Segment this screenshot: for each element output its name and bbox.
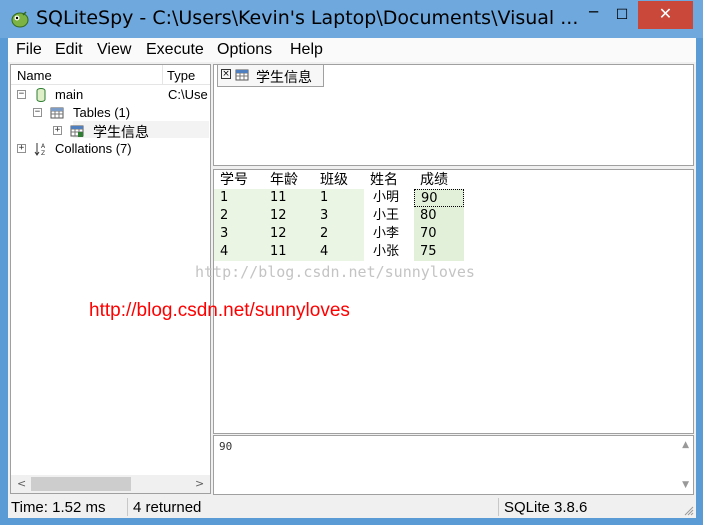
grid-cell[interactable]: 11	[264, 189, 314, 207]
tab-student-table[interactable]: × 学生信息	[217, 65, 324, 87]
status-bar: Time: 1.52 ms 4 returned SQLite 3.8.6	[8, 496, 696, 518]
grid-cell-selected[interactable]: 90	[414, 189, 464, 207]
scroll-left-arrow-icon[interactable]: <	[17, 477, 26, 490]
grid-cell[interactable]: 12	[264, 225, 314, 243]
grid-cell[interactable]: 11	[264, 243, 314, 261]
scroll-down-arrow-icon[interactable]: ▼	[682, 480, 689, 490]
grid-cell[interactable]: 1	[214, 189, 264, 207]
grid-cell[interactable]: 75	[414, 243, 464, 261]
tree-node-main[interactable]: − main C:\Use	[11, 86, 210, 104]
column-header[interactable]: 学号	[214, 171, 264, 189]
expand-collations-toggle[interactable]: +	[17, 144, 26, 153]
tables-folder-icon	[50, 107, 64, 119]
cell-detail-pane[interactable]: 90 ▲ ▼	[213, 435, 694, 495]
resize-grip-icon[interactable]	[684, 506, 694, 516]
scroll-up-arrow-icon[interactable]: ▲	[682, 440, 689, 450]
grid-cell[interactable]: 小王	[364, 207, 414, 225]
tree-header: Name Type	[11, 65, 210, 85]
database-icon	[36, 88, 46, 102]
status-time: Time: 1.52 ms	[11, 499, 106, 516]
tree-label-student-table: 学生信息	[93, 125, 149, 141]
grid-cell[interactable]: 4	[314, 243, 364, 261]
status-returned: 4 returned	[133, 499, 202, 516]
tree-label-main: main	[55, 87, 84, 102]
scrollbar-thumb[interactable]	[31, 477, 131, 491]
maximize-button[interactable]: ☐	[609, 1, 635, 29]
column-header-type[interactable]: Type	[167, 68, 195, 83]
tab-close-icon[interactable]: ×	[221, 69, 231, 79]
window-frame: SQLiteSpy - C:\Users\Kevin's Laptop\Docu…	[0, 0, 703, 525]
grid-cell[interactable]: 小张	[364, 243, 414, 261]
close-button[interactable]: ✕	[638, 1, 693, 29]
menu-edit[interactable]: Edit	[55, 41, 83, 59]
grid-cell[interactable]: 80	[414, 207, 464, 225]
title-bar[interactable]: SQLiteSpy - C:\Users\Kevin's Laptop\Docu…	[0, 0, 703, 38]
table-icon	[235, 69, 249, 81]
menu-execute[interactable]: Execute	[146, 41, 204, 59]
collapse-main-toggle[interactable]: −	[17, 90, 26, 99]
grid-cell[interactable]: 12	[264, 207, 314, 225]
sort-az-icon: A Z	[34, 143, 46, 157]
schema-tree-pane[interactable]: Name Type − main C:\Use − Tables (1) + 学…	[10, 64, 211, 494]
tree-node-collations[interactable]: + A Z Collations (7)	[11, 140, 210, 158]
grid-cell[interactable]: 4	[214, 243, 264, 261]
svg-text:Z: Z	[41, 150, 45, 157]
watermark-link: http://blog.csdn.net/sunnyloves	[89, 300, 350, 321]
menu-help[interactable]: Help	[290, 41, 323, 59]
column-header[interactable]: 年龄	[264, 171, 314, 189]
grid-cell[interactable]: 3	[214, 225, 264, 243]
column-header[interactable]: 成绩	[414, 171, 464, 189]
tree-horizontal-scrollbar[interactable]: < >	[11, 475, 210, 493]
grid-cell[interactable]: 70	[414, 225, 464, 243]
grid-cell[interactable]: 小李	[364, 225, 414, 243]
status-sqlite-version: SQLite 3.8.6	[504, 499, 588, 516]
sqlitespy-app-icon	[11, 11, 29, 28]
tree-node-tables[interactable]: − Tables (1)	[11, 104, 210, 122]
status-divider	[498, 498, 499, 516]
collapse-tables-toggle[interactable]: −	[33, 108, 42, 117]
tab-label: 学生信息	[256, 70, 312, 86]
table-icon	[70, 125, 84, 137]
tree-node-student-table[interactable]: + 学生信息	[11, 122, 210, 141]
grid-cell[interactable]: 2	[314, 225, 364, 243]
cell-detail-value: 90	[219, 440, 233, 453]
status-divider	[127, 498, 128, 516]
menu-options[interactable]: Options	[217, 41, 272, 59]
column-header[interactable]: 班级	[314, 171, 364, 189]
menu-view[interactable]: View	[97, 41, 131, 59]
sql-editor-pane[interactable]: × 学生信息	[213, 64, 694, 166]
menu-file[interactable]: File	[16, 41, 42, 59]
header-divider[interactable]	[162, 65, 163, 85]
minimize-button[interactable]: ─	[580, 1, 607, 29]
expand-student-table-toggle[interactable]: +	[53, 126, 62, 135]
grid-cell[interactable]: 1	[314, 189, 364, 207]
tree-label-collations: Collations (7)	[55, 141, 132, 156]
tree-label-tables: Tables (1)	[73, 105, 131, 120]
column-header[interactable]: 姓名	[364, 171, 414, 189]
column-header-name[interactable]: Name	[17, 68, 52, 83]
window-title: SQLiteSpy - C:\Users\Kevin's Laptop\Docu…	[36, 7, 579, 29]
grid-cell[interactable]: 2	[214, 207, 264, 225]
watermark-text: http://blog.csdn.net/sunnyloves	[195, 263, 475, 281]
grid-cell[interactable]: 3	[314, 207, 364, 225]
grid-cell[interactable]: 小明	[364, 189, 414, 207]
tree-type-main: C:\Use	[168, 87, 208, 102]
scroll-right-arrow-icon[interactable]: >	[195, 477, 204, 490]
menu-bar: File Edit View Execute Options Help	[8, 38, 696, 62]
svg-text:A: A	[41, 143, 46, 150]
